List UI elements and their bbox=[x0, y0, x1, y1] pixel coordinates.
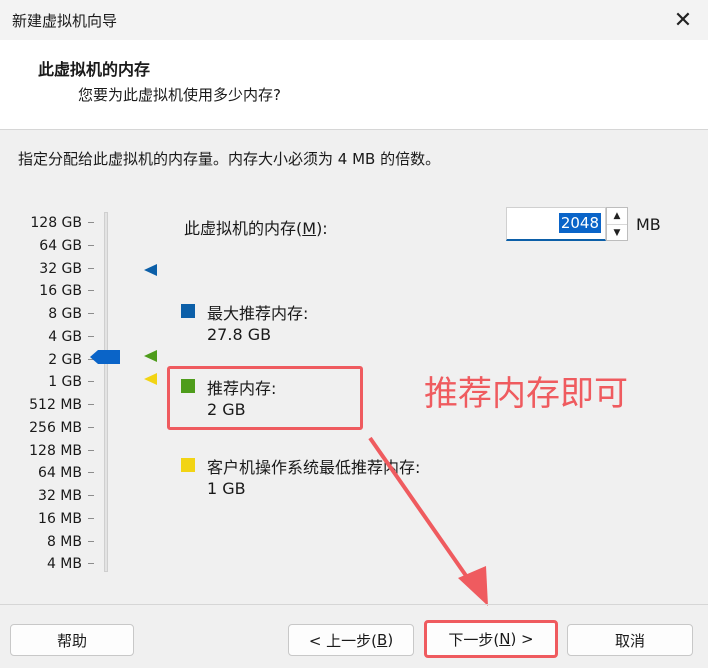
recommended-marker-icon bbox=[144, 350, 157, 362]
close-icon[interactable]: ✕ bbox=[658, 0, 708, 40]
cancel-button[interactable]: 取消 bbox=[567, 624, 693, 656]
annotation-text: 推荐内存即可 bbox=[424, 374, 628, 414]
scale-label: 128 MB bbox=[29, 442, 82, 459]
scale-label: 16 GB bbox=[39, 283, 82, 300]
max-recommended-swatch-icon bbox=[181, 304, 195, 318]
scale-label: 4 MB bbox=[46, 556, 82, 573]
max-recommended-label: 最大推荐内存: bbox=[207, 304, 309, 323]
min-recommended-swatch-icon bbox=[181, 458, 195, 472]
scale-label: 32 MB bbox=[38, 488, 82, 504]
max-recommended-value: 27.8 GB bbox=[207, 325, 272, 344]
scale-label: 16 MB bbox=[38, 510, 82, 527]
annotation-highlight-box bbox=[167, 366, 363, 430]
scale-ticks bbox=[88, 222, 96, 586]
wizard-header: 此虚拟机的内存 您要为此虚拟机使用多少内存? bbox=[0, 40, 708, 130]
memory-slider-thumb[interactable] bbox=[90, 350, 120, 364]
footer-divider bbox=[0, 604, 708, 605]
memory-spinner[interactable]: ▲ ▼ bbox=[606, 207, 628, 241]
scale-label: 32 GB bbox=[39, 260, 82, 277]
title-bar: 新建虚拟机向导 ✕ bbox=[0, 0, 708, 40]
scale-label: 512 MB bbox=[29, 397, 82, 413]
min-recommended-value: 1 GB bbox=[207, 479, 246, 498]
scale-label: 64 MB bbox=[38, 465, 82, 482]
max-recommended-marker-icon bbox=[144, 264, 157, 276]
memory-input[interactable]: 2048 bbox=[506, 207, 606, 241]
min-recommended-marker-icon bbox=[144, 373, 157, 385]
instruction-text: 指定分配给此虚拟机的内存量。内存大小必须为 4 MB 的倍数。 bbox=[18, 150, 441, 168]
scale-label: 8 GB bbox=[48, 306, 82, 322]
memory-value[interactable]: 2048 bbox=[558, 213, 601, 233]
next-button[interactable]: 下一步(N) > bbox=[424, 620, 558, 658]
memory-label: 此虚拟机的内存(M): bbox=[184, 219, 328, 238]
scale-label: 2 GB bbox=[48, 351, 82, 368]
memory-slider-track[interactable] bbox=[104, 212, 108, 572]
scale-label: 4 GB bbox=[48, 328, 82, 345]
back-button[interactable]: < 上一步(B) bbox=[288, 624, 414, 656]
spin-up-icon[interactable]: ▲ bbox=[607, 208, 627, 224]
spin-down-icon[interactable]: ▼ bbox=[607, 224, 627, 240]
page-subtitle: 您要为此虚拟机使用多少内存? bbox=[78, 86, 281, 104]
scale-label: 256 MB bbox=[29, 419, 82, 436]
scale-label: 64 GB bbox=[39, 237, 82, 254]
scale-label: 8 MB bbox=[46, 533, 82, 550]
memory-scale-labels: 128 GB 64 GB 32 GB 16 GB 8 GB 4 GB 2 GB … bbox=[0, 212, 82, 576]
window-title: 新建虚拟机向导 bbox=[12, 12, 118, 30]
help-button[interactable]: 帮助 bbox=[10, 624, 134, 656]
memory-unit: MB bbox=[636, 215, 661, 234]
scale-label: 128 GB bbox=[30, 215, 82, 231]
page-title: 此虚拟机的内存 bbox=[38, 60, 151, 79]
scale-label: 1 GB bbox=[48, 374, 82, 391]
annotation-arrow-icon bbox=[368, 436, 488, 606]
